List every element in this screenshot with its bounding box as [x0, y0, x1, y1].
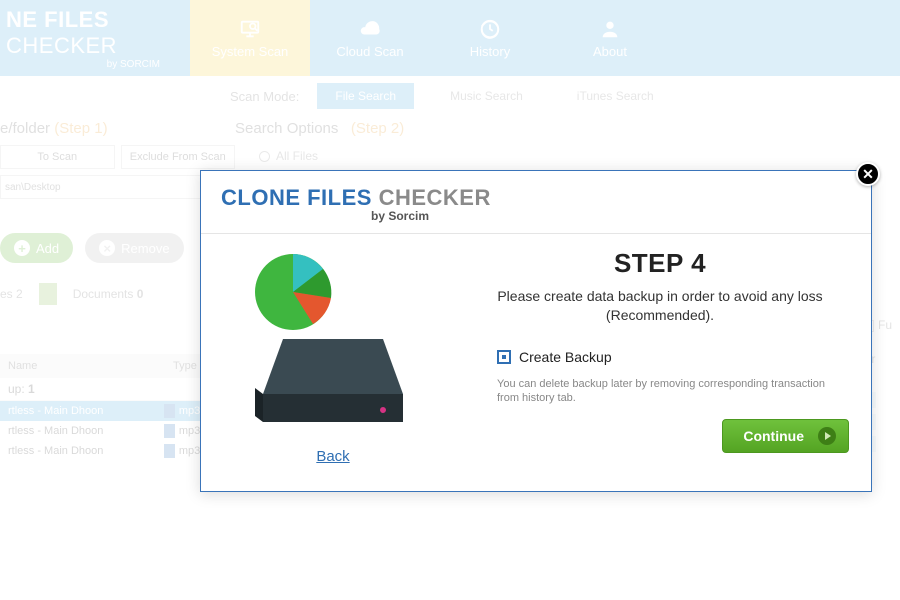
- create-backup-label: Create Backup: [519, 349, 612, 365]
- drive-pie-illustration: [233, 244, 433, 434]
- close-icon[interactable]: ✕: [856, 162, 880, 186]
- step-description: Please create data backup in order to av…: [471, 287, 849, 325]
- modal-text-column: STEP 4 Please create data backup in orde…: [471, 244, 849, 478]
- brand-b: CHECKER: [379, 185, 491, 210]
- play-icon: [818, 427, 836, 445]
- step-heading: STEP 4: [471, 248, 849, 279]
- illustration-column: Back: [223, 244, 443, 478]
- backup-hint: You can delete backup later by removing …: [471, 377, 849, 406]
- modal-header: CLONE FILES CHECKER by Sorcim: [201, 171, 871, 234]
- back-link[interactable]: Back: [316, 448, 349, 465]
- brand-a: CLONE FILES: [221, 185, 372, 210]
- continue-button-label: Continue: [743, 428, 804, 444]
- create-backup-checkbox[interactable]: [497, 350, 511, 364]
- brand-sub: by Sorcim: [371, 209, 851, 223]
- continue-button[interactable]: Continue: [722, 419, 849, 453]
- step4-modal: ✕ CLONE FILES CHECKER by Sorcim: [200, 170, 872, 492]
